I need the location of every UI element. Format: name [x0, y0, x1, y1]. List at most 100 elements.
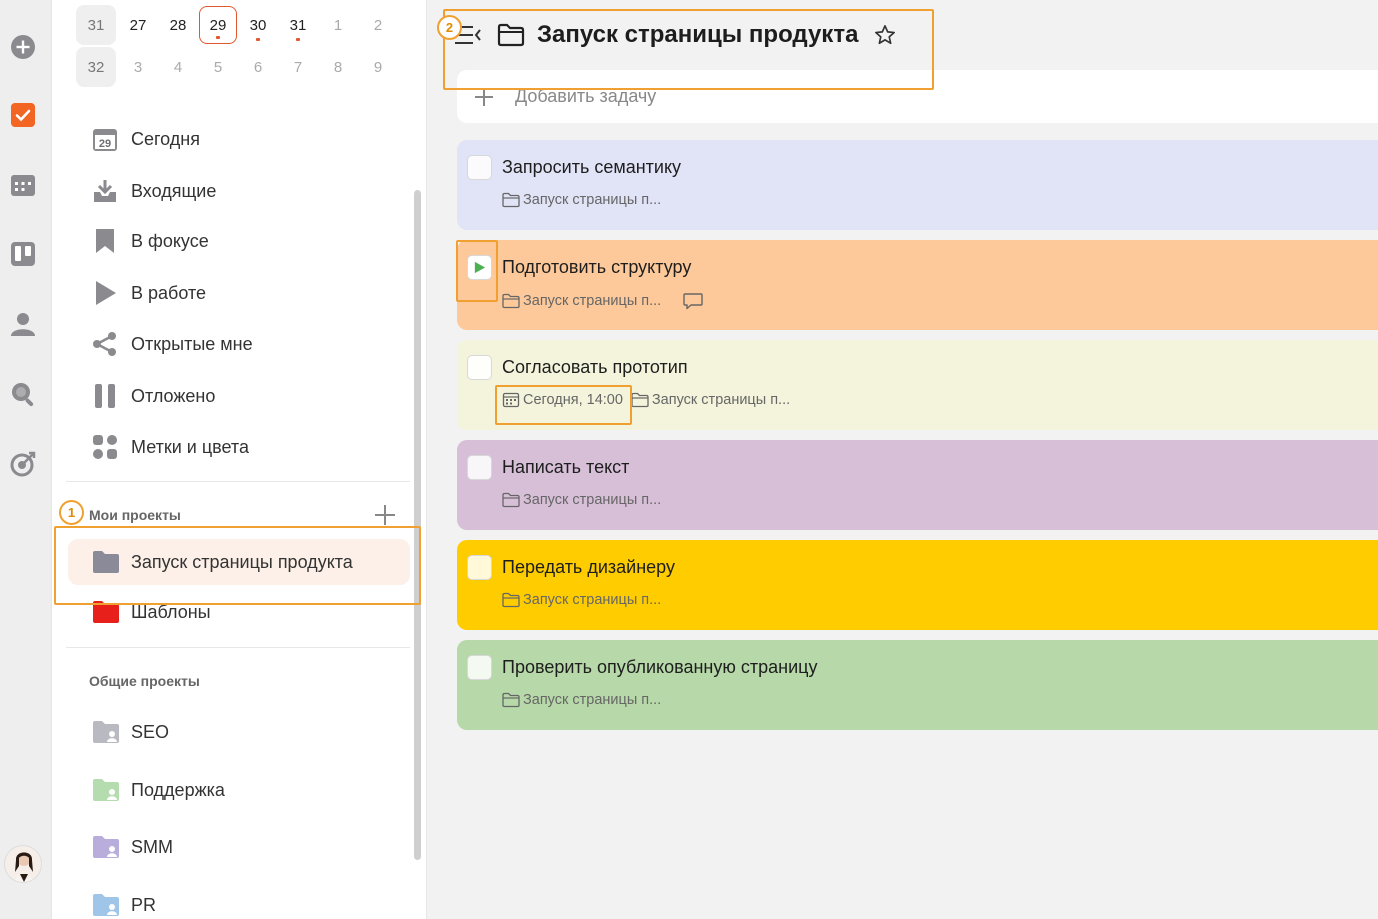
due-date-chip[interactable]: Сегодня, 14:00	[502, 392, 623, 408]
project-chip[interactable]: Запуск страницы п...	[502, 293, 661, 309]
kanban-board-icon[interactable]	[10, 241, 36, 267]
avatar[interactable]	[4, 845, 42, 883]
task-checkbox[interactable]	[467, 455, 492, 480]
calendar-day[interactable]: 6	[238, 47, 278, 87]
nav-item-inbox[interactable]: Входящие	[92, 176, 216, 206]
task-card[interactable]: Написать текст Запуск страницы п...	[457, 440, 1378, 530]
plus-icon	[475, 87, 493, 106]
project-label: SMM	[131, 836, 173, 857]
page-header: Запуск страницы продукта	[447, 12, 896, 58]
task-project-label: Запуск страницы п...	[523, 192, 662, 208]
task-title: Запросить семантику	[502, 157, 682, 177]
calendar-day[interactable]: 5	[198, 47, 238, 87]
calendar-day[interactable]: 4	[158, 47, 198, 87]
project-item-pr[interactable]: PR	[68, 882, 410, 919]
shared-folder-icon	[92, 720, 120, 744]
folder-outline-icon	[502, 592, 520, 608]
annotation-badge-2: 2	[437, 15, 462, 40]
project-item-support[interactable]: Поддержка	[68, 767, 410, 813]
project-item-smm[interactable]: SMM	[68, 824, 410, 870]
project-label: PR	[131, 894, 157, 915]
calendar-day[interactable]: 8	[318, 47, 358, 87]
calendar-day-selected[interactable]: 29	[199, 6, 237, 44]
nav-item-postponed[interactable]: Отложено	[92, 381, 215, 411]
today-date-badge: 29	[99, 138, 111, 150]
nav-item-shared-with-me[interactable]: Открытые мне	[92, 329, 253, 359]
task-meta: Запуск страницы п...	[502, 192, 669, 208]
task-checkbox-in-progress[interactable]	[467, 255, 492, 280]
project-item-templates[interactable]: Шаблоны	[68, 589, 410, 635]
folder-outline-icon	[502, 192, 520, 208]
project-chip[interactable]: Запуск страницы п...	[502, 192, 661, 208]
main-panel: Запуск страницы продукта Добавить задачу…	[427, 0, 1378, 919]
calendar-day[interactable]: 7	[278, 47, 318, 87]
calendar-day[interactable]: 27	[118, 5, 158, 45]
calendar-day[interactable]: 2	[358, 5, 398, 45]
task-card[interactable]: Запросить семантику Запуск страницы п...	[457, 140, 1378, 230]
nav-item-focus[interactable]: В фокусе	[92, 226, 209, 256]
nav-item-today[interactable]: 29 Сегодня	[92, 124, 200, 154]
task-card[interactable]: Передать дизайнеру Запуск страницы п...	[457, 540, 1378, 630]
project-label: Запуск страницы продукта	[131, 551, 353, 572]
comment-icon[interactable]	[683, 292, 703, 310]
inbox-icon	[92, 178, 118, 204]
week-number: 31	[76, 5, 116, 45]
calendar-week-row: 32 3 4 5 6 7 8 9	[76, 47, 398, 87]
tasks-checkbox-icon[interactable]	[10, 102, 36, 128]
play-status-icon	[474, 261, 486, 274]
task-meta: Запуск страницы п...	[502, 292, 703, 310]
nav-item-label: Входящие	[131, 180, 217, 201]
project-item-seo[interactable]: SEO	[68, 709, 410, 755]
task-card[interactable]: Подготовить структуру Запуск страницы п.…	[457, 240, 1378, 330]
page-title: Запуск страницы продукта	[537, 21, 859, 48]
calendar-day[interactable]: 28	[158, 5, 198, 45]
calendar-day[interactable]: 3	[118, 47, 158, 87]
folder-icon	[497, 23, 525, 47]
project-chip[interactable]: Запуск страницы п...	[502, 692, 661, 708]
task-project-label: Запуск страницы п...	[523, 492, 662, 508]
project-chip[interactable]: Запуск страницы п...	[502, 592, 661, 608]
share-icon	[92, 331, 118, 357]
user-icon[interactable]	[10, 311, 36, 337]
sidebar-scrollbar[interactable]	[414, 190, 421, 860]
task-card[interactable]: Согласовать прототип Сегодня, 14:00 Запу…	[457, 340, 1378, 430]
task-title: Подготовить структуру	[502, 257, 692, 277]
nav-item-tags[interactable]: Метки и цвета	[92, 432, 249, 462]
search-icon[interactable]	[10, 381, 36, 407]
add-task-input[interactable]: Добавить задачу	[457, 70, 1378, 123]
project-chip[interactable]: Запуск страницы п...	[631, 392, 790, 408]
divider	[66, 481, 410, 482]
task-checkbox[interactable]	[467, 355, 492, 380]
star-favorite-icon[interactable]	[874, 24, 896, 46]
nav-item-in-progress[interactable]: В работе	[92, 278, 206, 308]
task-checkbox[interactable]	[467, 655, 492, 680]
nav-item-label: Отложено	[131, 385, 216, 406]
task-title: Передать дизайнеру	[502, 557, 675, 577]
divider	[66, 647, 410, 648]
calendar-icon[interactable]	[10, 172, 36, 198]
calendar-day[interactable]: 1	[318, 5, 358, 45]
nav-item-label: Метки и цвета	[131, 436, 249, 457]
nav-item-label: Открытые мне	[131, 333, 253, 354]
project-label: SEO	[131, 721, 170, 742]
calendar-small-icon	[502, 392, 520, 408]
add-project-button[interactable]	[374, 504, 396, 526]
task-checkbox[interactable]	[467, 155, 492, 180]
add-circle-icon[interactable]	[10, 34, 36, 60]
calendar-day[interactable]: 30	[238, 5, 278, 45]
goal-target-icon[interactable]	[10, 451, 36, 477]
calendar-day[interactable]: 31	[278, 5, 318, 45]
task-meta: Запуск страницы п...	[502, 492, 669, 508]
tags-grid-icon	[92, 434, 118, 460]
calendar-day[interactable]: 9	[358, 47, 398, 87]
task-title: Написать текст	[502, 457, 630, 477]
calendar-today-icon: 29	[92, 126, 118, 152]
task-checkbox[interactable]	[467, 555, 492, 580]
task-card[interactable]: Проверить опубликованную страницу Запуск…	[457, 640, 1378, 730]
task-project-label: Запуск страницы п...	[523, 592, 662, 608]
project-item-product-launch[interactable]: Запуск страницы продукта	[68, 539, 410, 585]
project-chip[interactable]: Запуск страницы п...	[502, 492, 661, 508]
shared-folder-icon	[92, 893, 120, 917]
task-project-label: Запуск страницы п...	[523, 692, 662, 708]
my-projects-title: Мои проекты	[89, 507, 181, 523]
